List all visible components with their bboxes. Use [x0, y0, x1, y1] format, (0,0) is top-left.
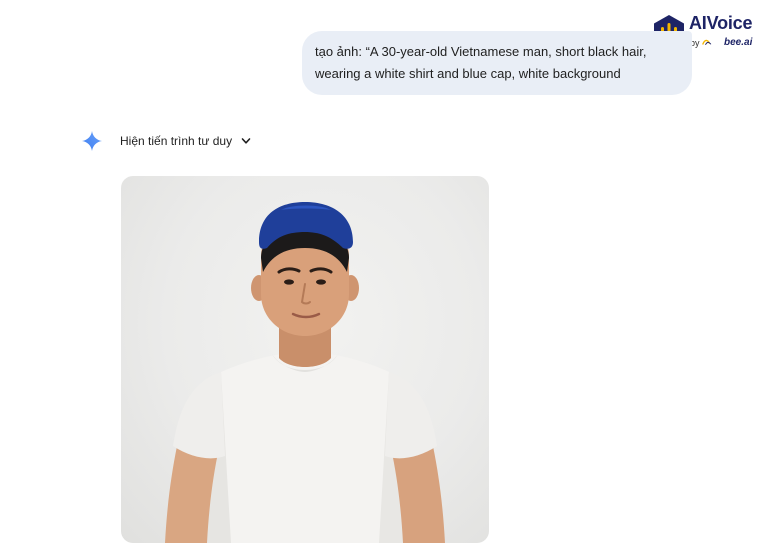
chevron-down-icon: [241, 138, 251, 144]
show-thinking-toggle[interactable]: Hiện tiến trình tư duy: [120, 131, 251, 151]
logo-partner-text: bee.ai: [724, 37, 753, 48]
bee-wave-icon: [702, 39, 712, 45]
user-message-line: wearing a white shirt and blue cap, whit…: [315, 66, 621, 81]
user-message-line: tạo ảnh: “A 30-year-old Vietnamese man, …: [315, 44, 647, 59]
show-thinking-label: Hiện tiến trình tư duy: [120, 134, 233, 148]
generated-image[interactable]: [121, 176, 489, 543]
generated-portrait-illustration: [165, 202, 445, 543]
logo-brand-text: AIVoice: [689, 13, 753, 33]
user-message-bubble: tạo ảnh: “A 30-year-old Vietnamese man, …: [302, 31, 692, 95]
gemini-sparkle-icon: [82, 131, 102, 151]
